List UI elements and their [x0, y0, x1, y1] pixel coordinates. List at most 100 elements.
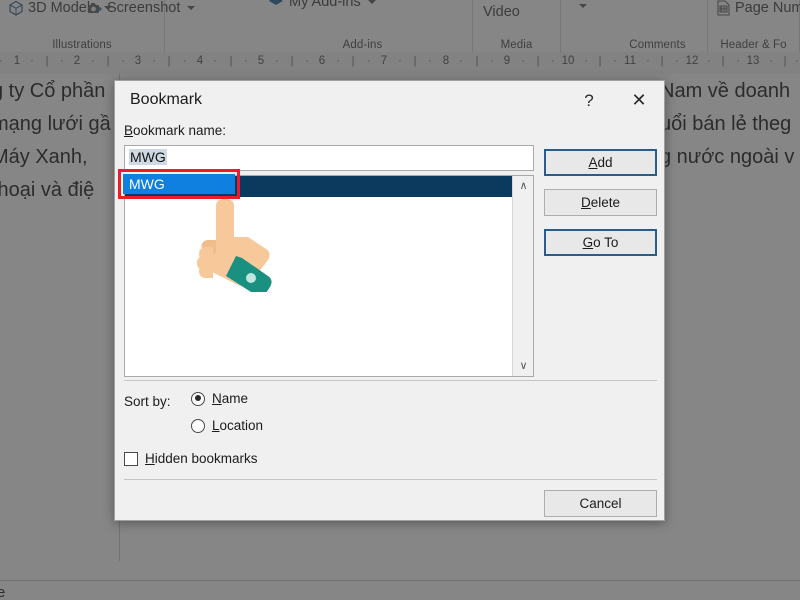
list-scrollbar[interactable]: ∧ ∨ — [512, 176, 533, 376]
sort-name-radio-row[interactable]: Name — [191, 391, 248, 406]
ruler-tick: · — [795, 55, 799, 67]
ruler-tick: · — [336, 55, 340, 67]
ribbon-group-comments: Comments — [608, 0, 708, 52]
cube-icon — [8, 0, 24, 16]
chevron-down-icon[interactable] — [187, 6, 196, 10]
bookmark-name-input[interactable]: MWG — [124, 145, 534, 171]
ruler-tick: · — [213, 55, 217, 67]
ruler-tick: | — [598, 55, 602, 67]
ribbon-group-label: Media — [500, 39, 533, 51]
chevron-down-icon[interactable] — [579, 4, 587, 8]
delete-button[interactable]: Delete — [544, 189, 657, 216]
my-add-ins-label: My Add-ins — [289, 0, 361, 10]
bookmark-dialog: Bookmark ? ✕ Bookmark name: MWG MWG ∧ ∨ … — [114, 80, 665, 521]
ribbon-group-label: Add-ins — [342, 39, 383, 51]
dialog-title-bar: Bookmark ? ✕ — [115, 81, 664, 122]
bookmark-name-label-rest: ookmark name: — [133, 123, 227, 138]
ruler-number: 9 — [503, 55, 511, 67]
ruler-tick: | — [106, 55, 110, 67]
ruler-tick: · — [367, 55, 371, 67]
sort-name-radio-label: Name — [212, 391, 249, 406]
chevron-down-icon[interactable] — [367, 0, 376, 4]
ruler-tick: · — [428, 55, 432, 67]
ruler-tick: | — [536, 55, 540, 67]
ruler-number: 1 — [13, 55, 21, 67]
scroll-up-icon[interactable]: ∧ — [513, 176, 534, 196]
bookmark-listbox[interactable]: MWG ∧ ∨ — [124, 175, 534, 377]
ribbon: Illustrations Add-ins Media Comments Header … — [0, 0, 800, 53]
ruler-tick: | — [167, 55, 171, 67]
word-window: Illustrations Add-ins Media Comments Header … — [0, 0, 800, 600]
ruler-number: 13 — [746, 55, 760, 67]
ruler-marks: · · | · · | · · | · · | · · | · · | · · | · · | · · | · · | · · | · · | · · | ·… — [0, 52, 800, 74]
ruler-number: 12 — [685, 55, 699, 67]
sort-location-radio-row[interactable]: Location — [191, 418, 263, 433]
horizontal-ruler[interactable]: · · | · · | · · | · · | · · | · · | · · | · · | · · | · · | · · | · · | · · | ·… — [0, 52, 800, 75]
video-command[interactable]: Video — [483, 4, 520, 20]
ruler-tick: · — [521, 55, 525, 67]
status-glyph: e — [0, 584, 6, 600]
ruler-tick: | — [45, 55, 49, 67]
screenshot-label: Screenshot — [107, 0, 181, 16]
ruler-number: 2 — [73, 55, 81, 67]
cancel-button[interactable]: Cancel — [544, 490, 657, 517]
divider-above-sort — [124, 380, 657, 381]
ruler-number: 8 — [442, 55, 450, 67]
goto-button-rest: o To — [593, 235, 619, 250]
page-number-icon — [716, 0, 731, 16]
ruler-tick: · — [736, 55, 740, 67]
sort-location-radio[interactable] — [191, 418, 205, 433]
document-line: Máy Xanh, — [0, 146, 88, 168]
my-add-ins-command[interactable]: My Add-ins — [268, 0, 376, 10]
document-line: g nước ngoài v — [660, 146, 795, 168]
ruler-tick: · — [769, 55, 773, 67]
ruler-number: 3 — [134, 55, 142, 67]
document-line: uổi bán lẻ theg — [660, 113, 792, 135]
ruler-tick: · — [244, 55, 248, 67]
screenshot-command[interactable]: Screenshot — [87, 0, 196, 16]
bookmark-name-label: Bookmark name: — [124, 123, 226, 138]
goto-button-accel: G — [582, 235, 594, 250]
ribbon-group-label: Header & Fo — [720, 39, 787, 51]
bookmark-name-value: MWG — [129, 149, 167, 165]
document-line: thoại và điệ — [0, 179, 95, 201]
ruler-tick: | — [783, 55, 787, 67]
sort-name-radio[interactable] — [191, 391, 205, 406]
ruler-number: 11 — [624, 55, 636, 67]
document-line: g ty Cổ phần — [0, 80, 106, 102]
sort-location-radio-label: Location — [212, 418, 264, 433]
goto-button[interactable]: Go To — [544, 229, 657, 256]
hidden-bookmarks-rest: idden bookmarks — [154, 451, 258, 466]
bookmark-name-label-accel: B — [124, 123, 134, 138]
divider-above-cancel — [124, 479, 657, 480]
ruler-tick: · — [584, 55, 588, 67]
ruler-tick: · — [551, 55, 555, 67]
ruler-tick: · — [398, 55, 402, 67]
ruler-tick: · — [183, 55, 187, 67]
ruler-tick: | — [721, 55, 725, 67]
sort-by-label: Sort by: — [124, 394, 171, 409]
ruler-tick: | — [475, 55, 479, 67]
hidden-bookmarks-row[interactable]: Hidden bookmarks — [124, 451, 258, 466]
hidden-bookmarks-accel: H — [145, 451, 155, 466]
help-icon[interactable]: ? — [576, 89, 602, 113]
ruler-tick: · — [30, 55, 34, 67]
bookmark-list-item[interactable]: MWG — [125, 176, 513, 197]
ruler-tick: · — [152, 55, 156, 67]
add-button[interactable]: Add — [544, 149, 657, 176]
ruler-number: 10 — [561, 55, 575, 67]
ruler-tick: | — [351, 55, 355, 67]
ruler-tick: · — [646, 55, 650, 67]
video-label: Video — [483, 4, 520, 20]
ruler-tick: | — [413, 55, 417, 67]
ribbon-groups: Illustrations Add-ins Media Comments Header … — [0, 0, 800, 52]
ruler-tick: · — [121, 55, 125, 67]
add-button-rest: dd — [597, 155, 613, 170]
comments-more-command[interactable] — [576, 4, 587, 8]
hidden-bookmarks-checkbox[interactable] — [124, 451, 138, 466]
close-icon[interactable]: ✕ — [624, 89, 654, 113]
ruler-tick: · — [305, 55, 309, 67]
ruler-tick: | — [290, 55, 294, 67]
page-number-command[interactable]: Page Num — [716, 0, 800, 16]
scroll-down-icon[interactable]: ∨ — [513, 356, 534, 376]
